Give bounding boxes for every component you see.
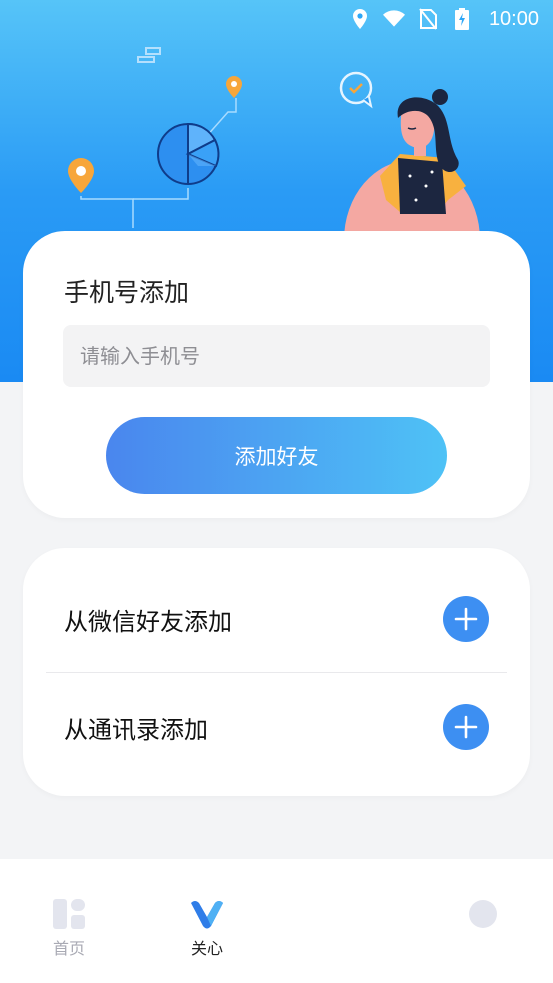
status-time: 10:00 xyxy=(488,7,539,30)
add-options-card: 从微信好友添加 从通讯录添加 xyxy=(23,548,530,796)
phone-number-input[interactable] xyxy=(63,325,490,387)
phone-add-card: 手机号添加 添加好友 xyxy=(23,231,530,518)
location-pin-icon xyxy=(68,158,94,193)
contacts-add-row[interactable]: 从通讯录添加 xyxy=(23,672,530,782)
bottom-tab-bar: 首页 关心 xyxy=(0,859,553,983)
wechat-add-row[interactable]: 从微信好友添加 xyxy=(23,564,530,674)
status-bar: 10:00 xyxy=(0,0,553,38)
add-friend-button[interactable]: 添加好友 xyxy=(106,417,447,494)
location-pin-small-icon xyxy=(226,76,242,98)
wechat-add-label: 从微信好友添加 xyxy=(64,607,232,636)
tab-care[interactable]: 关心 xyxy=(167,899,247,959)
tab-home-label: 首页 xyxy=(52,939,85,958)
pie-chart-graphic xyxy=(157,122,220,185)
profile-icon xyxy=(469,900,497,928)
v-logo-icon xyxy=(191,901,223,929)
plus-icon[interactable] xyxy=(443,704,489,750)
tab-home[interactable]: 首页 xyxy=(29,899,109,959)
plus-icon[interactable] xyxy=(443,596,489,642)
tab-care-label: 关心 xyxy=(190,939,223,958)
tab-profile[interactable] xyxy=(443,899,523,935)
location-icon xyxy=(349,8,371,30)
check-bubble-icon xyxy=(339,71,373,109)
contacts-add-label: 从通讯录添加 xyxy=(64,715,208,744)
phone-add-title: 手机号添加 xyxy=(64,278,190,307)
wifi-icon xyxy=(382,8,405,30)
home-grid-icon xyxy=(53,899,85,929)
no-sim-icon xyxy=(417,8,439,30)
battery-charging-icon xyxy=(451,8,473,30)
